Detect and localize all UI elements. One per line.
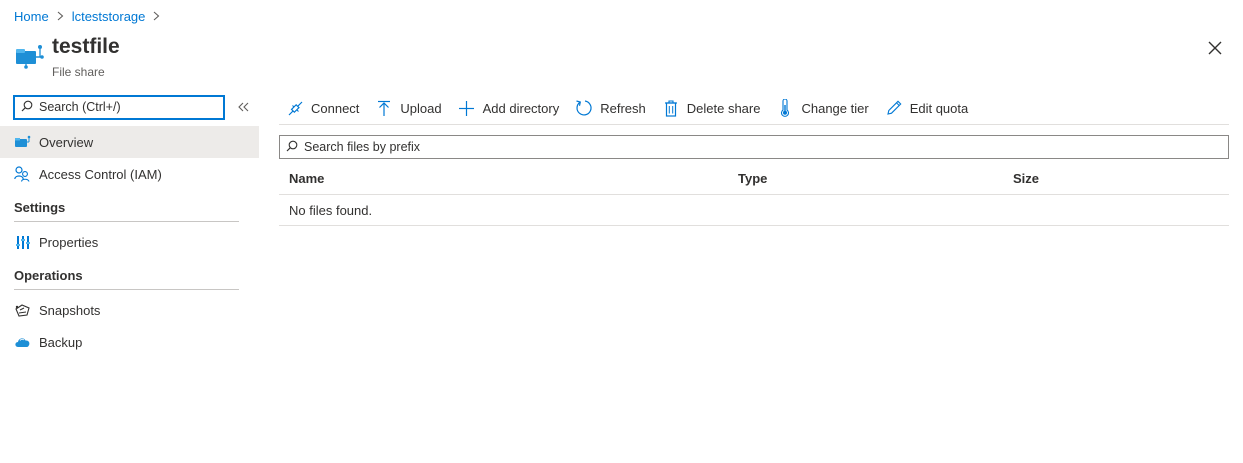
sidebar-item-properties[interactable]: Properties xyxy=(0,226,259,258)
column-header-size[interactable]: Size xyxy=(1013,171,1039,186)
file-share-icon xyxy=(14,39,44,69)
breadcrumb: Home lcteststorage xyxy=(14,7,168,25)
delete-share-button[interactable]: Delete share xyxy=(662,93,761,123)
sidebar: Search (Ctrl+/) Overview Access Control … xyxy=(0,94,259,358)
section-header-settings: Settings xyxy=(14,190,239,222)
thermometer-icon xyxy=(776,99,794,117)
column-header-name[interactable]: Name xyxy=(279,171,738,186)
snapshots-icon xyxy=(14,302,31,319)
breadcrumb-home-link[interactable]: Home xyxy=(14,9,49,24)
file-prefix-search-input[interactable]: Search files by prefix xyxy=(279,135,1229,159)
sidebar-item-label: Snapshots xyxy=(39,302,101,318)
column-header-type[interactable]: Type xyxy=(738,171,1013,186)
toolbar-button-label: Change tier xyxy=(801,100,869,116)
page: Home lcteststorage testfile File share S… xyxy=(0,0,1243,463)
toolbar-button-label: Connect xyxy=(311,100,360,116)
connect-icon xyxy=(286,99,304,117)
toolbar-button-label: Refresh xyxy=(600,100,646,116)
sidebar-item-backup[interactable]: Backup xyxy=(0,326,259,358)
empty-message: No files found. xyxy=(289,202,373,218)
sidebar-item-access-control[interactable]: Access Control (IAM) xyxy=(0,158,259,190)
toolbar-button-label: Edit quota xyxy=(909,100,969,116)
toolbar-button-label: Upload xyxy=(400,100,442,116)
add-directory-button[interactable]: Add directory xyxy=(458,93,560,123)
search-icon xyxy=(286,140,298,155)
close-icon[interactable] xyxy=(1207,40,1223,56)
change-tier-button[interactable]: Change tier xyxy=(776,93,869,123)
files-table: Name Type Size No files found. xyxy=(279,163,1229,226)
section-header-operations: Operations xyxy=(14,258,239,290)
sidebar-item-label: Access Control (IAM) xyxy=(39,166,162,182)
refresh-icon xyxy=(575,99,593,117)
command-toolbar: Connect Upload Add directory Refresh Del… xyxy=(279,92,1229,125)
resource-header: testfile File share xyxy=(14,35,120,79)
sidebar-search-placeholder: Search (Ctrl+/) xyxy=(39,100,121,114)
toolbar-button-label: Delete share xyxy=(686,100,761,116)
trash-icon xyxy=(662,99,680,117)
properties-icon xyxy=(14,234,31,251)
plus-icon xyxy=(458,99,476,117)
backup-cloud-icon xyxy=(14,334,31,351)
chevron-right-icon xyxy=(153,11,160,21)
sidebar-item-snapshots[interactable]: Snapshots xyxy=(0,294,259,326)
sidebar-item-label: Properties xyxy=(39,234,99,250)
file-share-icon xyxy=(14,134,31,151)
table-empty-row: No files found. xyxy=(279,195,1229,226)
toolbar-button-label: Add directory xyxy=(482,100,560,116)
edit-quota-button[interactable]: Edit quota xyxy=(885,93,969,123)
connect-button[interactable]: Connect xyxy=(286,93,359,123)
sidebar-item-label: Backup xyxy=(39,334,83,350)
sidebar-search-input[interactable]: Search (Ctrl+/) xyxy=(13,94,225,120)
collapse-sidebar-icon[interactable] xyxy=(238,99,250,115)
upload-button[interactable]: Upload xyxy=(375,93,442,123)
upload-icon xyxy=(375,99,393,117)
sidebar-item-label: Overview xyxy=(39,134,94,150)
refresh-button[interactable]: Refresh xyxy=(575,93,646,123)
page-subtitle: File share xyxy=(52,65,105,79)
pencil-icon xyxy=(885,99,903,117)
breadcrumb-storage-link[interactable]: lcteststorage xyxy=(72,9,146,24)
people-icon xyxy=(14,166,31,183)
search-icon xyxy=(21,100,33,115)
chevron-right-icon xyxy=(57,11,64,21)
file-search-placeholder: Search files by prefix xyxy=(304,140,421,154)
table-header: Name Type Size xyxy=(279,163,1229,195)
page-title: testfile xyxy=(52,35,120,58)
sidebar-item-overview[interactable]: Overview xyxy=(0,126,259,158)
